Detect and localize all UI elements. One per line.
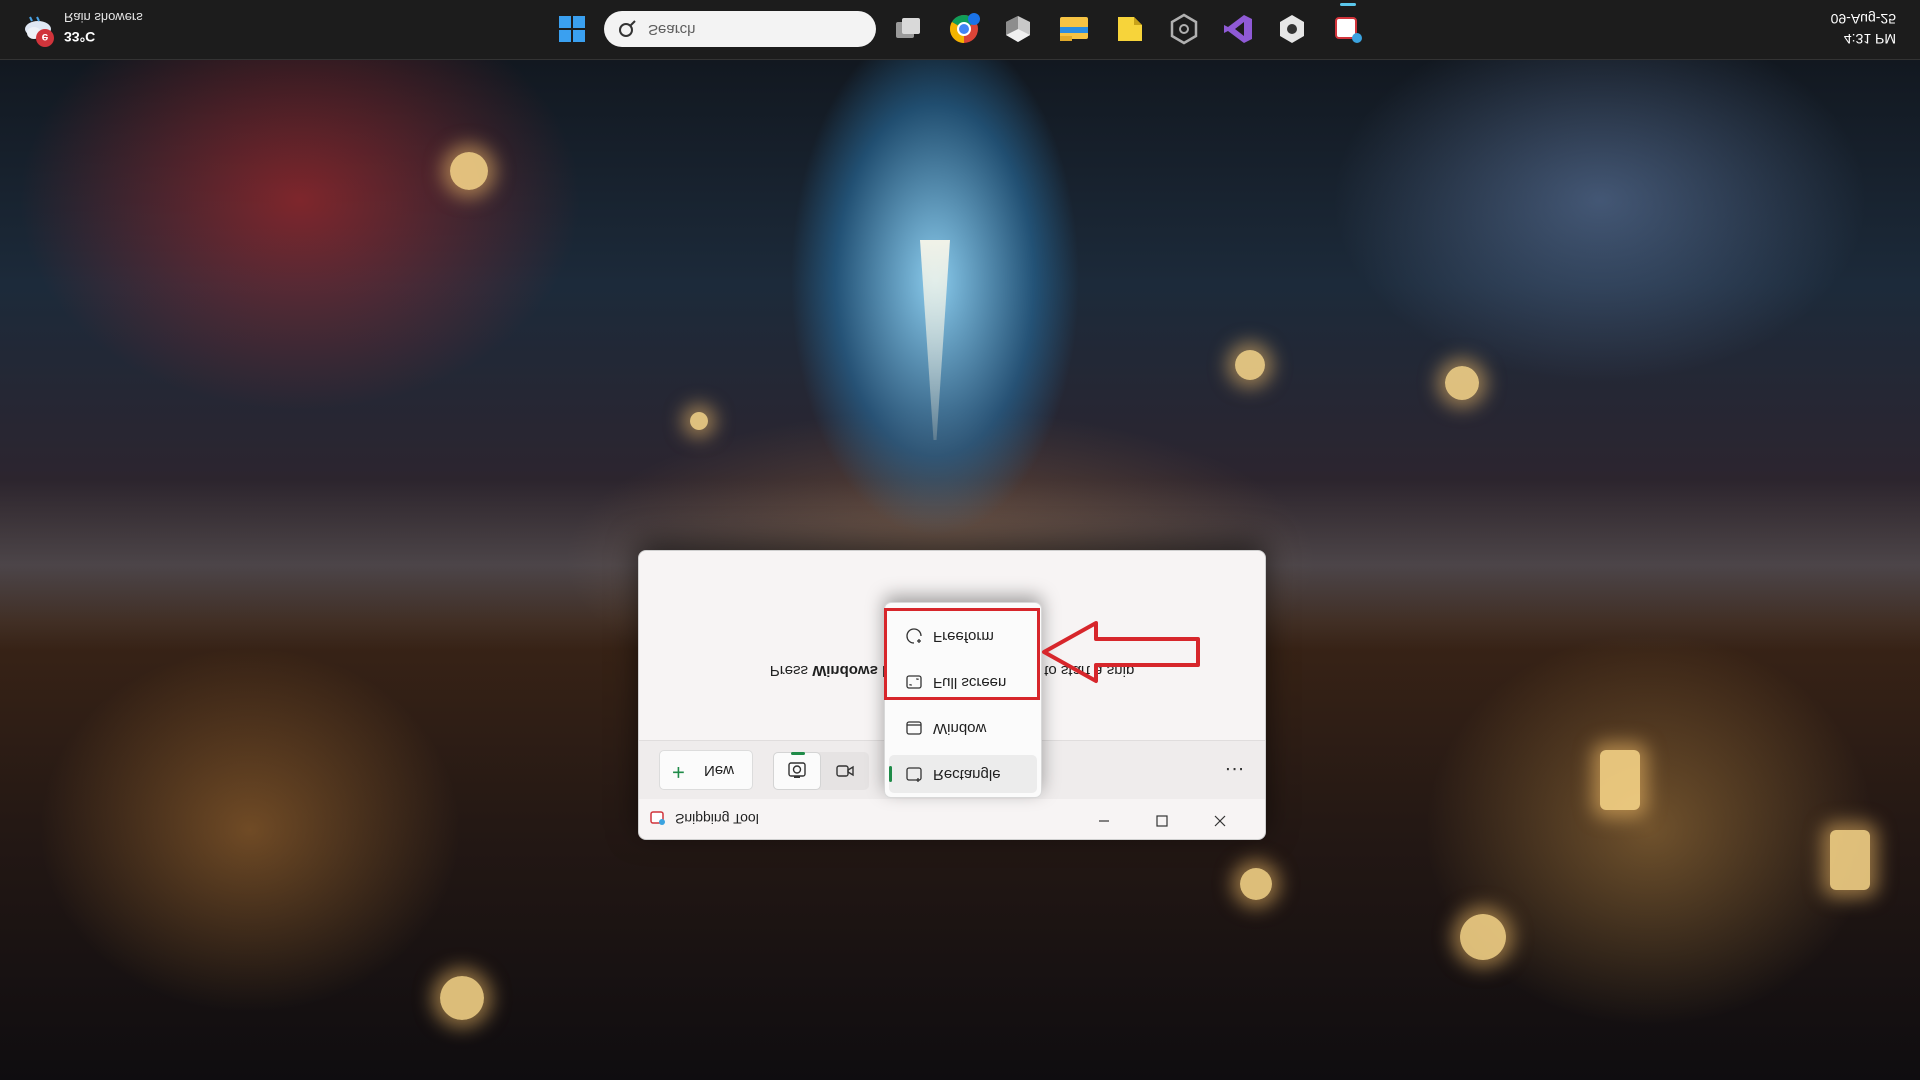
video-mode-button[interactable] xyxy=(821,752,869,790)
clock-date: 09-Aug-25 xyxy=(1830,11,1896,27)
window-snip-icon xyxy=(906,721,922,735)
weather-description: Rain showers xyxy=(64,10,143,25)
wallpaper-light xyxy=(1240,868,1272,900)
maximize-icon xyxy=(1156,815,1168,827)
screen: Snipping Tool + New ... Press Windows l … xyxy=(0,0,1920,1080)
menu-item-rectangle[interactable]: Rectangle xyxy=(889,755,1037,793)
wallpaper-light xyxy=(1830,830,1870,890)
minimize-button[interactable] xyxy=(1081,803,1127,835)
close-button[interactable] xyxy=(1197,803,1243,835)
wallpaper-light xyxy=(1235,350,1265,380)
settings-hex-icon[interactable] xyxy=(1166,11,1202,47)
wallpaper-light xyxy=(1600,750,1640,810)
weather-temperature: 33°C xyxy=(64,29,96,45)
more-options-button[interactable]: ... xyxy=(1219,755,1251,787)
mode-indicator xyxy=(791,752,805,755)
taskbar-search-box[interactable]: Search xyxy=(604,11,876,47)
instruction-text-start: Press xyxy=(769,662,813,679)
new-snip-button[interactable]: + New xyxy=(659,750,753,790)
title-bar[interactable]: Snipping Tool xyxy=(639,799,1265,839)
maximize-button[interactable] xyxy=(1139,803,1185,835)
start-icon[interactable] xyxy=(554,11,590,47)
visual-studio-icon[interactable] xyxy=(1220,11,1256,47)
clock-time: 4:31 PM xyxy=(1843,31,1896,47)
instruction-text-key: Windows l xyxy=(812,662,887,679)
close-icon xyxy=(1214,815,1226,827)
taskbar: e 33°C Rain showers Search 4:31 PM 09-Au… xyxy=(0,0,1920,60)
dev-app-icon[interactable] xyxy=(1274,11,1310,47)
camera-icon xyxy=(788,762,806,778)
wallpaper-light xyxy=(690,412,708,430)
notification-badge: e xyxy=(36,29,54,47)
search-icon xyxy=(619,20,636,37)
wallpaper-light xyxy=(450,152,488,190)
task-view-icon[interactable] xyxy=(890,11,926,47)
app-title: Snipping Tool xyxy=(675,811,759,827)
capture-mode-toggle xyxy=(773,752,869,790)
snipping-tool-app-icon xyxy=(650,811,665,825)
minimize-icon xyxy=(1099,820,1109,822)
screenshot-mode-button[interactable] xyxy=(773,752,821,790)
menu-item-label: Rectangle xyxy=(933,766,1001,783)
sticky-notes-icon[interactable] xyxy=(1112,11,1148,47)
system-clock[interactable]: 4:31 PM 09-Aug-25 xyxy=(1831,9,1896,49)
menu-item-label: Window xyxy=(933,720,987,737)
wallpaper-light xyxy=(440,976,484,1020)
file-explorer-icon[interactable] xyxy=(1056,11,1092,47)
selection-indicator xyxy=(889,766,892,782)
wallpaper-tower xyxy=(920,240,950,440)
weather-widget[interactable]: e 33°C Rain showers xyxy=(22,9,182,49)
rectangle-snip-icon xyxy=(906,767,922,782)
plus-icon: + xyxy=(672,760,685,785)
annotation-highlight-box xyxy=(884,608,1040,700)
chrome-icon[interactable] xyxy=(946,11,982,47)
new-label: New xyxy=(704,762,735,779)
box-app-icon[interactable] xyxy=(1000,11,1036,47)
snipping-tool-icon[interactable] xyxy=(1330,11,1366,47)
annotation-arrow-icon xyxy=(1042,621,1200,683)
search-placeholder: Search xyxy=(648,21,696,38)
menu-item-window[interactable]: Window xyxy=(889,709,1037,747)
video-camera-icon xyxy=(836,765,854,777)
wallpaper-light xyxy=(1460,914,1506,960)
active-app-indicator xyxy=(1340,3,1356,6)
wallpaper-light xyxy=(1445,366,1479,400)
